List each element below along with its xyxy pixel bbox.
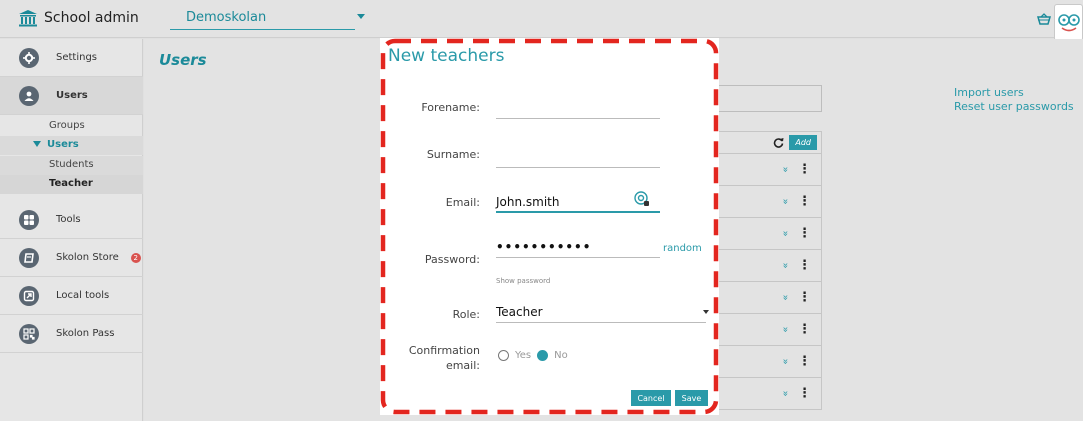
sidebar-item-label: Local tools <box>56 290 110 301</box>
table-row: » ⋮ <box>719 218 822 250</box>
dialog-title: New teachers <box>388 46 505 66</box>
confirmation-email-options: Yes No <box>498 350 568 361</box>
sidebar-item-local-tools[interactable]: Local tools <box>0 277 143 315</box>
expand-chevron-icon[interactable]: » <box>779 358 790 364</box>
refresh-icon[interactable] <box>773 137 784 148</box>
more-options-icon[interactable]: ⋮ <box>798 194 811 209</box>
role-select[interactable]: Teacher <box>496 303 706 323</box>
table-row: » ⋮ <box>719 154 822 186</box>
role-label: Role: <box>452 308 480 321</box>
confirmation-label-line2: email: <box>445 359 480 372</box>
expand-chevron-icon[interactable]: » <box>779 262 790 268</box>
grid-icon <box>19 209 39 230</box>
table-row: » ⋮ <box>719 378 822 410</box>
school-select[interactable]: Demoskolan <box>170 8 365 30</box>
sidebar-subitem-users[interactable]: Users <box>0 136 143 155</box>
search-input[interactable] <box>719 85 822 112</box>
sidebar-subitem-label: Users <box>47 139 79 150</box>
notification-badge: 2 <box>130 252 141 263</box>
school-building-icon <box>19 10 37 27</box>
table-header: Add <box>719 131 822 154</box>
password-manager-icon[interactable] <box>634 191 650 207</box>
expand-chevron-icon[interactable]: » <box>779 198 790 204</box>
sidebar-item-tools[interactable]: Tools <box>0 201 143 239</box>
users-table: Add » ⋮» ⋮» ⋮» ⋮» ⋮» ⋮» ⋮» ⋮ <box>719 131 822 421</box>
bag-icon <box>19 247 39 268</box>
avatar-face-icon <box>1057 13 1080 31</box>
external-link-icon <box>19 285 39 306</box>
table-row: » ⋮ <box>719 250 822 282</box>
forename-field[interactable] <box>496 99 660 119</box>
triangle-down-icon <box>33 141 41 147</box>
school-name: Demoskolan <box>186 10 267 25</box>
more-options-icon[interactable]: ⋮ <box>798 322 811 337</box>
password-field[interactable]: ••••••••••• <box>496 238 660 258</box>
random-password-link[interactable]: random <box>663 243 702 254</box>
sidebar-item-label: Skolon Pass <box>56 328 115 339</box>
forename-label: Forename: <box>421 101 480 114</box>
table-row: » ⋮ <box>719 186 822 218</box>
radio-no-label: No <box>554 350 568 361</box>
password-label: Password: <box>424 253 480 266</box>
add-button[interactable]: Add <box>789 135 817 150</box>
chevron-down-icon <box>703 310 709 314</box>
expand-chevron-icon[interactable]: » <box>779 326 790 332</box>
expand-chevron-icon[interactable]: » <box>779 230 790 236</box>
sidebar-subitem-teacher[interactable]: Teacher <box>0 175 143 194</box>
user-icon <box>19 85 39 106</box>
radio-yes[interactable] <box>498 350 509 361</box>
qr-icon <box>19 323 39 344</box>
more-options-icon[interactable]: ⋮ <box>798 162 811 177</box>
confirmation-label-line1: Confirmation <box>408 344 480 357</box>
sidebar-subitem-students[interactable]: Students <box>0 156 143 175</box>
sidebar-item-label: Settings <box>56 52 98 63</box>
page-title: Users <box>159 51 207 69</box>
chevron-down-icon <box>357 14 365 19</box>
surname-field[interactable] <box>496 148 660 168</box>
more-options-icon[interactable]: ⋮ <box>798 386 811 401</box>
more-options-icon[interactable]: ⋮ <box>798 290 811 305</box>
save-button[interactable]: Save <box>675 390 708 406</box>
brand[interactable]: School admin <box>18 9 139 27</box>
sidebar: Settings Users Groups Users Students Tea… <box>0 39 143 421</box>
top-bar: School admin Demoskolan <box>0 0 1083 41</box>
sidebar-item-users[interactable]: Users <box>0 77 143 115</box>
table-row: » ⋮ <box>719 282 822 314</box>
confirmation-email-label: Confirmation email: <box>380 343 480 373</box>
sidebar-item-skolon-pass[interactable]: Skolon Pass <box>0 315 143 353</box>
more-options-icon[interactable]: ⋮ <box>798 226 811 241</box>
sidebar-item-skolon-store[interactable]: Skolon Store 2 <box>0 239 143 277</box>
basket-icon[interactable] <box>1037 13 1051 25</box>
table-row: » ⋮ <box>719 346 822 378</box>
user-actions-links: Import users Reset user passwords <box>954 86 1074 114</box>
expand-chevron-icon[interactable]: » <box>779 390 790 396</box>
new-teachers-dialog: New teachers Forename: Surname: Email: J… <box>380 38 719 415</box>
radio-no[interactable] <box>537 350 549 361</box>
sidebar-item-label: Users <box>56 90 88 101</box>
radio-yes-label: Yes <box>515 350 532 361</box>
import-users-link[interactable]: Import users <box>954 86 1074 100</box>
show-password-toggle[interactable]: Show password <box>496 277 550 285</box>
table-row: » ⋮ <box>719 314 822 346</box>
sidebar-item-label: Tools <box>56 214 81 225</box>
app-title: School admin <box>44 10 139 26</box>
more-options-icon[interactable]: ⋮ <box>798 258 811 273</box>
sidebar-subitem-groups[interactable]: Groups <box>0 117 143 136</box>
more-options-icon[interactable]: ⋮ <box>798 354 811 369</box>
sidebar-item-label: Skolon Store <box>56 252 119 263</box>
avatar-button[interactable] <box>1054 4 1083 41</box>
surname-label: Surname: <box>426 148 480 161</box>
cancel-button[interactable]: Cancel <box>631 390 671 406</box>
sidebar-item-settings[interactable]: Settings <box>0 39 143 77</box>
expand-chevron-icon[interactable]: » <box>779 294 790 300</box>
reset-passwords-link[interactable]: Reset user passwords <box>954 100 1074 114</box>
email-label: Email: <box>445 196 480 209</box>
expand-chevron-icon[interactable]: » <box>779 166 790 172</box>
gear-icon <box>19 47 39 68</box>
